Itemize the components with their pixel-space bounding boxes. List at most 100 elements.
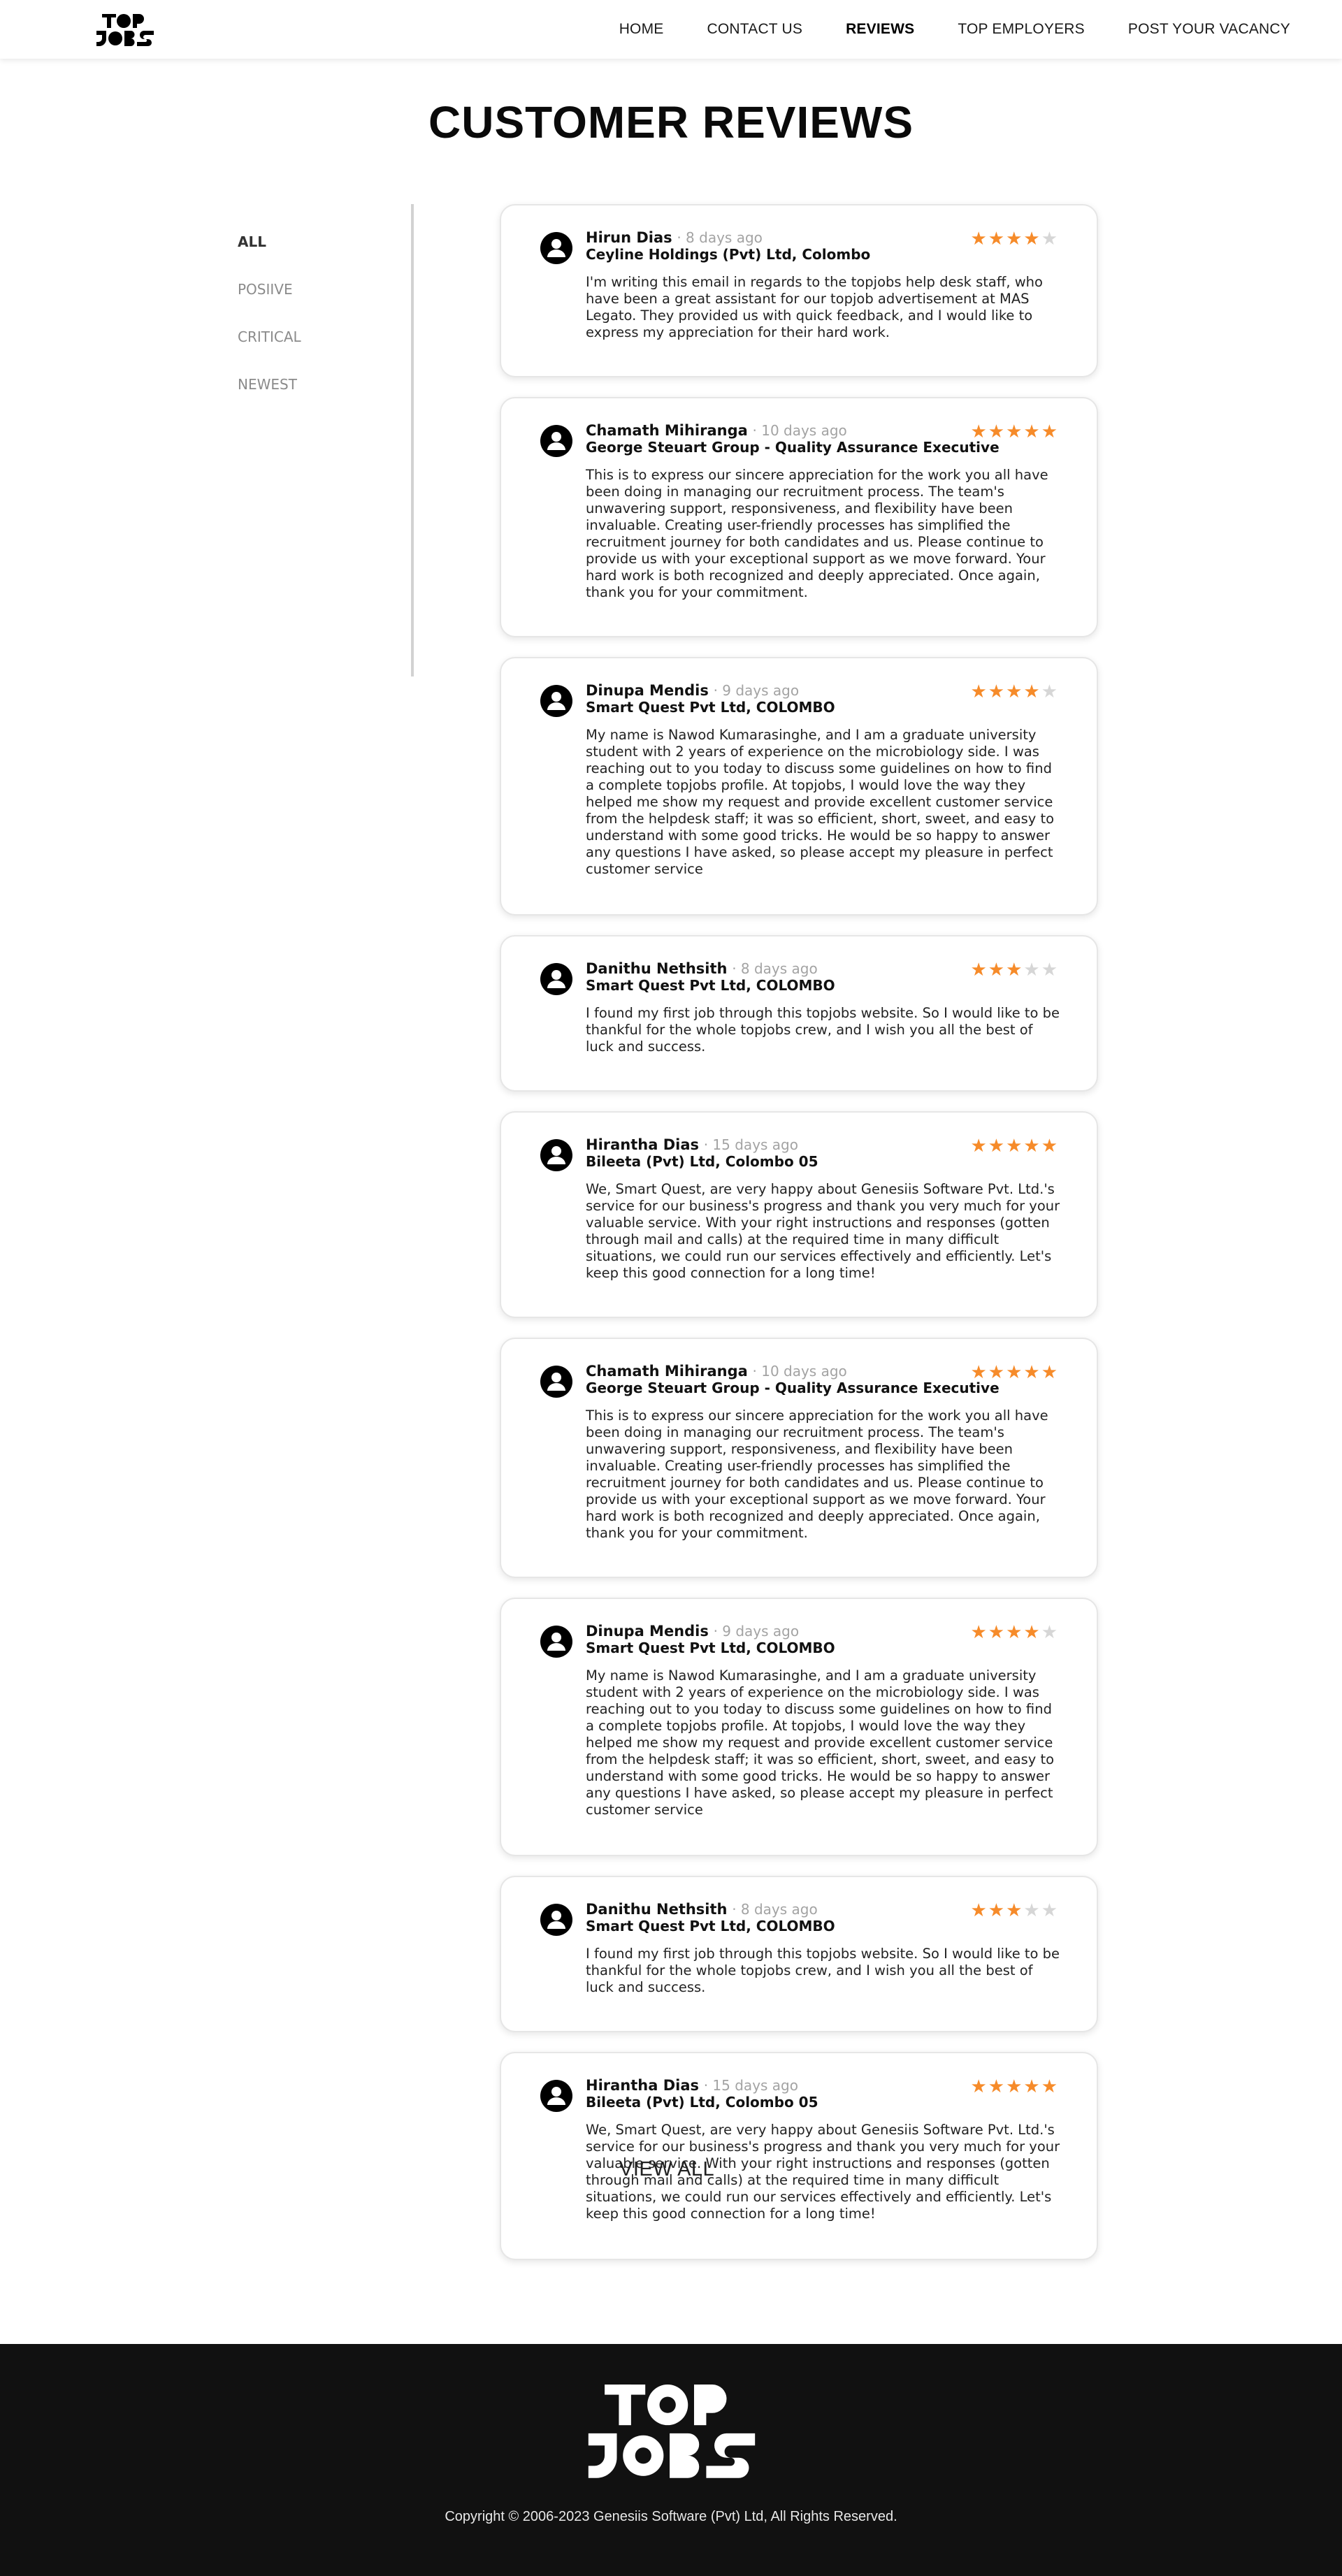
review-text: We, Smart Quest, are very happy about Ge… bbox=[586, 1181, 1060, 1281]
review-card: Hirantha Dias · 15 days ago Bileeta (Pvt… bbox=[500, 2052, 1098, 2260]
star-icon: ★ bbox=[1023, 1900, 1040, 1921]
nav-reviews[interactable]: REVIEWS bbox=[846, 21, 914, 38]
star-icon: ★ bbox=[1006, 229, 1023, 249]
review-card: Dinupa Mendis · 9 days ago Smart Quest P… bbox=[500, 1598, 1098, 1856]
star-icon: ★ bbox=[988, 681, 1005, 702]
user-avatar-icon bbox=[540, 1366, 572, 1398]
reviewer-name: Dinupa Mendis bbox=[586, 1623, 709, 1640]
user-avatar-icon bbox=[540, 1904, 572, 1936]
star-icon: ★ bbox=[970, 1136, 987, 1157]
review-time: · 8 days ago bbox=[677, 229, 763, 246]
reviewer-name: Hirun Dias bbox=[586, 229, 672, 246]
star-icon: ★ bbox=[1041, 960, 1058, 981]
star-icon: ★ bbox=[1006, 1136, 1023, 1157]
user-avatar-icon bbox=[540, 425, 572, 457]
star-icon: ★ bbox=[1023, 1622, 1040, 1643]
star-icon: ★ bbox=[1006, 421, 1023, 442]
star-icon: ★ bbox=[988, 1136, 1005, 1157]
sidebar-divider bbox=[411, 204, 414, 676]
review-text: This is to express our sincere appreciat… bbox=[586, 467, 1048, 600]
filter-all[interactable]: ALL bbox=[238, 228, 301, 275]
review-time: · 10 days ago bbox=[752, 1363, 847, 1380]
main-nav: HOME CONTACT US REVIEWS TOP EMPLOYERS PO… bbox=[619, 21, 1290, 38]
star-icon: ★ bbox=[1023, 960, 1040, 981]
review-time: · 15 days ago bbox=[703, 2077, 798, 2094]
reviewer-name: Dinupa Mendis bbox=[586, 682, 709, 699]
user-avatar-icon bbox=[540, 232, 572, 264]
reviewer-name: Chamath Mihiranga bbox=[586, 422, 748, 439]
filter-critical[interactable]: CRITICAL bbox=[238, 323, 301, 370]
star-rating: ★ ★ ★ ★ ★ bbox=[970, 682, 1058, 702]
star-icon: ★ bbox=[1023, 1136, 1040, 1157]
review-card: Danithu Nethsith · 8 days ago Smart Ques… bbox=[500, 935, 1098, 1092]
topjobs-logo[interactable] bbox=[95, 13, 155, 46]
review-text: My name is Nawod Kumarasinghe, and I am … bbox=[586, 1667, 1055, 1818]
star-icon: ★ bbox=[1023, 2076, 1040, 2097]
star-icon: ★ bbox=[1023, 1362, 1040, 1383]
star-icon: ★ bbox=[1006, 1622, 1023, 1643]
review-time: · 15 days ago bbox=[703, 1136, 798, 1153]
top-header: HOME CONTACT US REVIEWS TOP EMPLOYERS PO… bbox=[0, 0, 1342, 59]
filter-positive[interactable]: POSIIVE bbox=[238, 275, 301, 323]
review-card: Danithu Nethsith · 8 days ago Smart Ques… bbox=[500, 1876, 1098, 2032]
review-text: I'm writing this email in regards to the… bbox=[586, 274, 1043, 340]
star-icon: ★ bbox=[988, 1362, 1005, 1383]
star-icon: ★ bbox=[1041, 421, 1058, 442]
user-avatar-icon bbox=[540, 685, 572, 717]
reviewer-name: Hirantha Dias bbox=[586, 1136, 700, 1153]
review-card: Hirun Dias · 8 days ago Ceyline Holdings… bbox=[500, 204, 1098, 377]
nav-post-your-vacancy[interactable]: POST YOUR VACANCY bbox=[1128, 21, 1290, 38]
star-rating: ★ ★ ★ ★ ★ bbox=[970, 1136, 1058, 1156]
star-icon: ★ bbox=[970, 1622, 987, 1643]
review-time: · 8 days ago bbox=[732, 960, 818, 977]
star-icon: ★ bbox=[988, 1622, 1005, 1643]
star-rating: ★ ★ ★ ★ ★ bbox=[970, 422, 1058, 442]
page-title: CUSTOMER REVIEWS bbox=[428, 97, 914, 147]
review-text: This is to express our sincere appreciat… bbox=[586, 1408, 1048, 1541]
star-icon: ★ bbox=[1041, 1362, 1058, 1383]
star-icon: ★ bbox=[1041, 2076, 1058, 2097]
star-icon: ★ bbox=[970, 681, 987, 702]
review-text: I found my first job through this topjob… bbox=[586, 1946, 1060, 1995]
star-rating: ★ ★ ★ ★ ★ bbox=[970, 1363, 1058, 1382]
star-icon: ★ bbox=[988, 1900, 1005, 1921]
review-card: Dinupa Mendis · 9 days ago Smart Quest P… bbox=[500, 657, 1098, 916]
star-rating: ★ ★ ★ ★ ★ bbox=[970, 2077, 1058, 2097]
reviewer-name: Danithu Nethsith bbox=[586, 1901, 728, 1918]
star-icon: ★ bbox=[1006, 1900, 1023, 1921]
star-rating: ★ ★ ★ ★ ★ bbox=[970, 1623, 1058, 1642]
review-card: Chamath Mihiranga · 10 days ago George S… bbox=[500, 397, 1098, 637]
star-icon: ★ bbox=[970, 960, 987, 981]
reviewer-name: Hirantha Dias bbox=[586, 2077, 700, 2094]
review-text: My name is Nawod Kumarasinghe, and I am … bbox=[586, 727, 1055, 877]
star-icon: ★ bbox=[1041, 229, 1058, 249]
view-all-button[interactable]: VIEW ALL bbox=[619, 2158, 714, 2181]
nav-contact-us[interactable]: CONTACT US bbox=[707, 21, 803, 38]
review-time: · 8 days ago bbox=[732, 1901, 818, 1918]
star-rating: ★ ★ ★ ★ ★ bbox=[970, 960, 1058, 980]
star-icon: ★ bbox=[1023, 681, 1040, 702]
star-icon: ★ bbox=[970, 421, 987, 442]
star-icon: ★ bbox=[1023, 421, 1040, 442]
reviewer-name: Danithu Nethsith bbox=[586, 960, 728, 977]
star-rating: ★ ★ ★ ★ ★ bbox=[970, 229, 1058, 249]
reviewer-name: Chamath Mihiranga bbox=[586, 1363, 748, 1380]
review-text: I found my first job through this topjob… bbox=[586, 1005, 1060, 1055]
user-avatar-icon bbox=[540, 2080, 572, 2112]
star-icon: ★ bbox=[1041, 1622, 1058, 1643]
star-icon: ★ bbox=[1041, 681, 1058, 702]
star-icon: ★ bbox=[970, 2076, 987, 2097]
review-card: Chamath Mihiranga · 10 days ago George S… bbox=[500, 1338, 1098, 1578]
user-avatar-icon bbox=[540, 1139, 572, 1171]
review-time: · 9 days ago bbox=[713, 1623, 800, 1640]
user-avatar-icon bbox=[540, 963, 572, 995]
star-icon: ★ bbox=[1041, 1136, 1058, 1157]
nav-home[interactable]: HOME bbox=[619, 21, 664, 38]
star-icon: ★ bbox=[1041, 1900, 1058, 1921]
nav-top-employers[interactable]: TOP EMPLOYERS bbox=[958, 21, 1085, 38]
star-icon: ★ bbox=[1023, 229, 1040, 249]
filter-newest[interactable]: NEWEST bbox=[238, 370, 301, 418]
star-icon: ★ bbox=[988, 421, 1005, 442]
star-icon: ★ bbox=[1006, 960, 1023, 981]
footer: Copyright © 2006-2023 Genesiis Software … bbox=[0, 2344, 1342, 2576]
